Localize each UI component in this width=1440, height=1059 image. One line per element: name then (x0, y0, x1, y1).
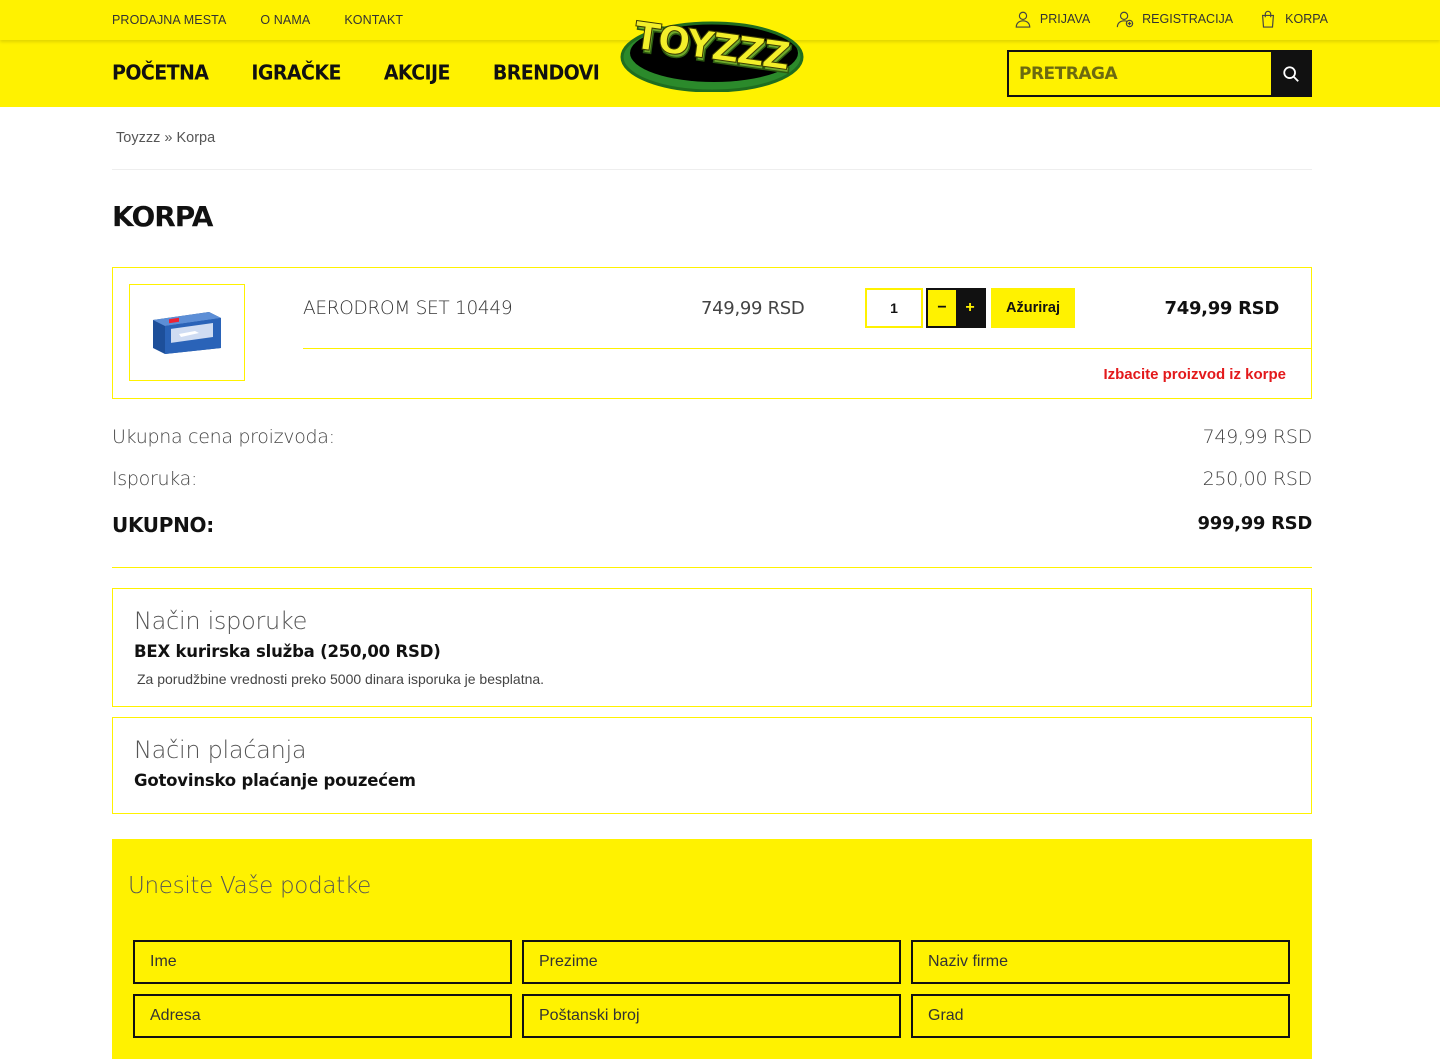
cart-label: KORPA (1285, 12, 1328, 26)
summary-products-row: Ukupna cena proizvoda: 749,99 RSD (112, 426, 1312, 448)
remove-item-link[interactable]: Izbacite proizvod iz korpe (1103, 366, 1286, 383)
quantity-decrease-button[interactable]: − (928, 290, 956, 326)
register-label: REGISTRACIJA (1142, 12, 1234, 26)
top-link-about[interactable]: O NAMA (260, 13, 310, 27)
product-name[interactable]: AERODROM SET 10449 (303, 298, 513, 319)
nav-item-brands[interactable]: BRENDOVI (493, 61, 600, 85)
summary-products-value: 749,99 RSD (1202, 426, 1313, 448)
last-name-field[interactable] (522, 940, 901, 984)
login-label: PRIJAVA (1039, 12, 1091, 26)
payment-method-box: Način plaćanja Gotovinsko plaćanje pouze… (112, 717, 1312, 814)
update-button[interactable]: Ažuriraj (991, 288, 1075, 328)
account-links: PRIJAVA REGISTRACIJA KORPA (1014, 10, 1328, 28)
quantity-stepper: − + (926, 288, 986, 328)
delivery-method-box: Način isporuke BEX kurirska služba (250,… (112, 588, 1312, 707)
payment-heading: Način plaćanja (134, 736, 307, 764)
logo-graphic: TOYZZZ TOYZZZ (620, 13, 804, 93)
product-box-image (153, 311, 221, 354)
form-title: Unesite Vaše podatke (128, 873, 371, 899)
breadcrumb-separator: » (164, 130, 173, 146)
search-icon (1282, 65, 1299, 82)
summary-shipping-row: Isporuka: 250,00 RSD (112, 468, 1312, 490)
search-input[interactable] (1009, 52, 1271, 95)
user-add-icon (1116, 11, 1134, 28)
delivery-heading: Način isporuke (134, 607, 308, 635)
top-links: PRODAJNA MESTA O NAMA KONTAKT (112, 13, 403, 27)
delivery-method[interactable]: BEX kurirska služba (250,00 RSD) (134, 642, 441, 661)
company-field[interactable] (911, 940, 1290, 984)
summary-total-value: 999,99 RSD (1197, 513, 1313, 534)
search-box (1007, 50, 1312, 97)
login-link[interactable]: PRIJAVA (1014, 10, 1090, 28)
main-nav: POČETNA IGRAČKE AKCIJE BRENDOVI (112, 61, 600, 85)
summary-products-label: Ukupna cena proizvoda: (112, 426, 335, 448)
city-field[interactable] (911, 994, 1290, 1038)
delivery-note: Za porudžbine vrednosti preko 5000 dinar… (137, 671, 545, 687)
search-button[interactable] (1271, 52, 1310, 95)
breadcrumb-home[interactable]: Toyzzz (116, 130, 160, 146)
unit-price: 749,99 RSD (701, 298, 805, 319)
divider (112, 169, 1312, 170)
product-image[interactable] (129, 284, 245, 381)
first-name-field[interactable] (133, 940, 512, 984)
nav-item-home[interactable]: POČETNA (112, 61, 209, 85)
breadcrumb-current: Korpa (176, 130, 216, 146)
site-logo[interactable]: TOYZZZ TOYZZZ (620, 10, 804, 93)
summary-shipping-value: 250,00 RSD (1202, 468, 1313, 490)
line-total: 749,99 RSD (1164, 298, 1280, 319)
cart-item-divider (303, 348, 1312, 349)
postal-code-field[interactable] (522, 994, 901, 1038)
nav-item-toys[interactable]: IGRAČKE (251, 61, 341, 85)
quantity-increase-button[interactable]: + (956, 290, 984, 326)
payment-method[interactable]: Gotovinsko plaćanje pouzećem (134, 771, 416, 790)
nav-item-sales[interactable]: AKCIJE (384, 61, 451, 85)
top-link-contact[interactable]: KONTAKT (344, 13, 403, 27)
summary-total-row: UKUPNO: 999,99 RSD (112, 513, 1312, 537)
cart-item: AERODROM SET 10449 749,99 RSD − + Ažurir… (112, 267, 1312, 399)
quantity-input[interactable] (865, 288, 923, 328)
breadcrumb: Toyzzz » Korpa (116, 130, 215, 146)
cart-link[interactable]: KORPA (1259, 10, 1328, 28)
summary-total-label: UKUPNO: (112, 513, 214, 537)
register-link[interactable]: REGISTRACIJA (1116, 10, 1233, 28)
top-link-stores[interactable]: PRODAJNA MESTA (112, 13, 226, 27)
user-icon (1015, 11, 1031, 28)
summary-divider (112, 567, 1312, 568)
page-title: KORPA (112, 200, 213, 233)
customer-form: Unesite Vaše podatke (112, 839, 1312, 1059)
summary-shipping-label: Isporuka: (112, 468, 198, 490)
address-field[interactable] (133, 994, 512, 1038)
shopping-bag-icon (1262, 10, 1275, 28)
